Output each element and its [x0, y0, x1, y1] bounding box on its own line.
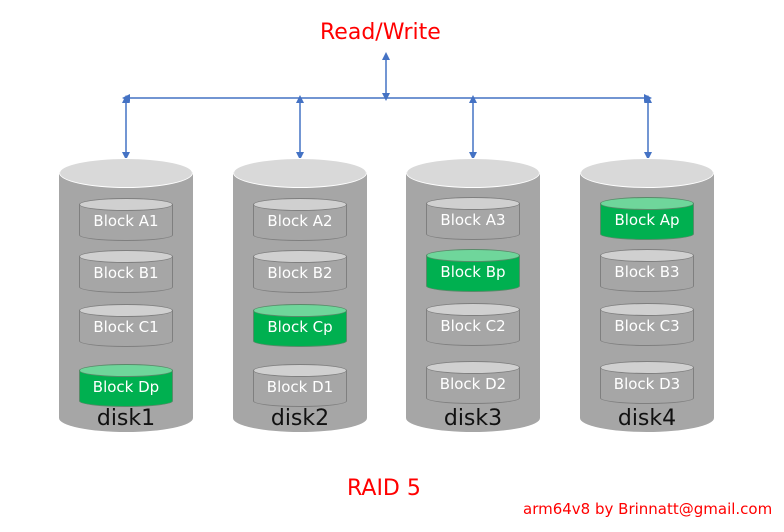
- data-block: Block A3: [426, 197, 520, 241]
- data-block: Block C2: [426, 303, 520, 347]
- parity-block: Block Cp: [253, 304, 347, 348]
- disk-label: disk2: [270, 406, 330, 431]
- block-label: Block C1: [93, 318, 159, 336]
- data-block: Block A2: [253, 198, 347, 242]
- disk-4: Block Ap Block B3 Block C3 Block D3 disk4: [580, 158, 714, 446]
- disk-3: Block A3 Block Bp Block C2 Block D2 disk3: [406, 158, 540, 446]
- block-label: Block D1: [266, 378, 334, 396]
- data-block: Block A1: [79, 198, 173, 242]
- parity-block: Block Dp: [79, 364, 173, 408]
- block-label: Block C3: [614, 317, 680, 335]
- disk-top: [233, 158, 367, 188]
- data-block: Block D1: [253, 364, 347, 408]
- disk-top: [406, 158, 540, 188]
- block-label: Block A1: [93, 212, 159, 230]
- raid-level-title: RAID 5: [347, 476, 421, 501]
- block-label: Block C2: [440, 317, 506, 335]
- disk-label: disk3: [443, 406, 503, 431]
- data-block: Block B2: [253, 250, 347, 294]
- block-label: Block D3: [613, 375, 681, 393]
- block-label: Block Cp: [267, 318, 333, 336]
- disk-top: [59, 158, 193, 188]
- disk-1: Block A1 Block B1 Block C1 Block Dp disk1: [59, 158, 193, 446]
- block-label: Block D2: [439, 375, 507, 393]
- block-label: Block B3: [614, 263, 680, 281]
- block-label: Block B2: [267, 264, 333, 282]
- block-label: Block Ap: [614, 211, 680, 229]
- block-label: Block Bp: [440, 263, 506, 281]
- parity-block: Block Bp: [426, 249, 520, 293]
- author-credit: arm64v8 by Brinnatt@gmail.com: [523, 500, 773, 518]
- block-label: Block Dp: [92, 378, 160, 396]
- disk-top: [580, 158, 714, 188]
- data-block: Block C1: [79, 304, 173, 348]
- data-block: Block C3: [600, 303, 694, 347]
- block-label: Block A3: [440, 211, 506, 229]
- disk-label: disk4: [617, 406, 677, 431]
- data-block: Block B1: [79, 250, 173, 294]
- data-block: Block B3: [600, 249, 694, 293]
- data-block: Block D2: [426, 361, 520, 405]
- parity-block: Block Ap: [600, 197, 694, 241]
- disk-2: Block A2 Block B2 Block Cp Block D1 disk2: [233, 158, 367, 446]
- data-block: Block D3: [600, 361, 694, 405]
- disk-label: disk1: [96, 406, 156, 431]
- block-label: Block A2: [267, 212, 333, 230]
- block-label: Block B1: [93, 264, 159, 282]
